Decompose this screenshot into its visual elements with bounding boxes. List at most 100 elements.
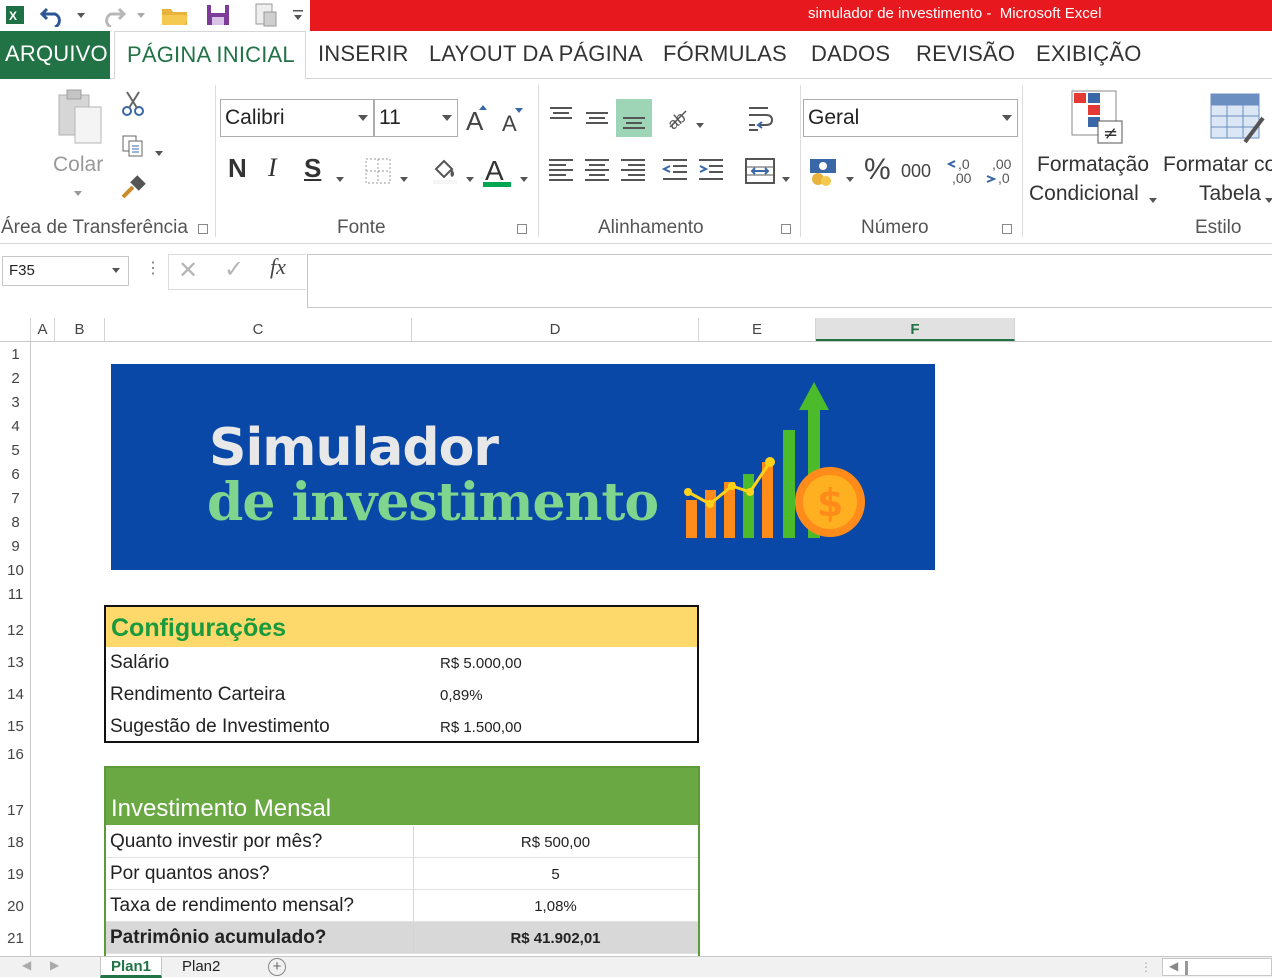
row-header[interactable]: 20 <box>0 898 31 915</box>
tab-formulas[interactable]: FÓRMULAS <box>663 41 787 67</box>
enter-icon[interactable]: ✓ <box>224 255 244 284</box>
increase-decimal-icon[interactable]: ,0,00 <box>945 153 979 189</box>
tab-arquivo[interactable]: ARQUIVO <box>0 31 110 79</box>
column-header[interactable]: B <box>55 318 105 341</box>
simulator-banner[interactable]: Simulador de investimento $ <box>111 364 935 570</box>
thousands-button[interactable]: 000 <box>901 161 931 182</box>
tab-pagina-inicial[interactable]: PÁGINA INICIAL <box>114 31 306 80</box>
scroll-next-icon[interactable]: ▶ <box>50 958 59 972</box>
tab-inserir[interactable]: INSERIR <box>318 41 409 67</box>
row-header[interactable]: 1 <box>0 346 31 363</box>
decrease-decimal-icon[interactable]: ,00,0 <box>983 153 1017 189</box>
scroll-left-icon[interactable]: ◀ <box>1169 959 1178 973</box>
config-label[interactable]: Sugestão de Investimento <box>110 716 330 738</box>
row-header[interactable]: 6 <box>0 466 31 483</box>
font-size-combo[interactable]: 11 <box>374 99 458 137</box>
config-value[interactable]: R$ 5.000,00 <box>440 655 522 672</box>
conditional-format-label-2[interactable]: Condicional <box>1029 182 1139 206</box>
number-launcher-icon[interactable] <box>1002 224 1012 234</box>
row-header[interactable]: 21 <box>0 930 31 947</box>
scroll-thumb[interactable] <box>1185 961 1188 975</box>
increase-indent-icon[interactable] <box>694 153 728 187</box>
investment-value[interactable]: 1,08% <box>413 898 698 915</box>
currency-dropdown[interactable] <box>846 169 854 187</box>
cancel-icon[interactable]: ✕ <box>178 256 198 285</box>
column-header[interactable]: A <box>31 318 55 341</box>
investment-value[interactable]: R$ 500,00 <box>413 834 698 851</box>
more-sheets-icon[interactable]: ⋮ <box>1140 960 1152 974</box>
config-label[interactable]: Rendimento Carteira <box>110 684 285 706</box>
investment-label[interactable]: Taxa de rendimento mensal? <box>110 895 354 917</box>
row-header[interactable]: 2 <box>0 370 31 387</box>
row-header[interactable]: 10 <box>0 562 31 579</box>
underline-dropdown[interactable] <box>336 169 344 187</box>
row-header[interactable]: 3 <box>0 394 31 411</box>
align-middle-icon[interactable] <box>580 101 614 135</box>
save-icon[interactable] <box>202 2 234 28</box>
row-header[interactable]: 15 <box>0 718 31 735</box>
sheet-tab-plan2[interactable]: Plan2 <box>172 957 230 978</box>
format-painter-icon[interactable] <box>118 173 148 203</box>
select-all-corner[interactable] <box>0 318 31 341</box>
investment-total-value[interactable]: R$ 41.902,01 <box>413 930 698 947</box>
horizontal-scrollbar[interactable]: ◀ <box>1162 958 1272 976</box>
borders-icon[interactable] <box>362 155 394 187</box>
open-folder-icon[interactable] <box>158 2 192 28</box>
format-as-table-label-2[interactable]: Tabela <box>1199 182 1261 206</box>
paste-dropdown[interactable] <box>74 183 82 201</box>
row-header[interactable]: 7 <box>0 490 31 507</box>
row-header[interactable]: 5 <box>0 442 31 459</box>
row-header[interactable]: 19 <box>0 866 31 883</box>
row-header[interactable]: 11 <box>0 586 31 603</box>
font-color-dropdown[interactable] <box>520 169 528 187</box>
font-launcher-icon[interactable] <box>517 224 527 234</box>
copy-dropdown[interactable] <box>155 143 163 161</box>
format-as-table-dropdown[interactable] <box>1265 190 1272 208</box>
excel-logo-icon[interactable]: X <box>2 2 28 28</box>
format-as-table-icon[interactable] <box>1206 87 1268 149</box>
percent-button[interactable]: % <box>864 153 891 187</box>
align-bottom-icon[interactable] <box>616 99 652 137</box>
merge-dropdown[interactable] <box>782 169 790 187</box>
font-color-icon[interactable]: A <box>480 153 514 189</box>
add-sheet-icon[interactable]: + <box>268 958 286 976</box>
scroll-first-icon[interactable]: ◀ <box>22 958 31 972</box>
name-box[interactable]: F35 <box>2 256 129 286</box>
conditional-format-icon[interactable]: ≠ <box>1062 85 1132 151</box>
column-header[interactable]: E <box>699 318 816 341</box>
copy-icon[interactable] <box>118 131 148 161</box>
cut-icon[interactable] <box>118 89 148 119</box>
undo-icon[interactable] <box>38 2 68 28</box>
number-format-combo[interactable]: Geral <box>803 99 1018 137</box>
conditional-format-label-1[interactable]: Formatação <box>1037 153 1149 177</box>
row-header[interactable]: 12 <box>0 622 31 639</box>
row-header[interactable]: 14 <box>0 686 31 703</box>
insert-function-button[interactable]: fx <box>270 254 286 280</box>
row-header[interactable]: 17 <box>0 802 31 819</box>
clipboard-launcher-icon[interactable] <box>198 224 208 234</box>
sheet-tab-plan1[interactable]: Plan1 <box>100 957 163 978</box>
investment-value[interactable]: 5 <box>413 866 698 883</box>
align-right-icon[interactable] <box>616 153 650 187</box>
conditional-format-dropdown[interactable] <box>1149 190 1157 208</box>
print-preview-icon[interactable] <box>250 2 282 28</box>
alignment-launcher-icon[interactable] <box>781 224 791 234</box>
formula-input[interactable] <box>307 254 1272 308</box>
investment-label[interactable]: Por quantos anos? <box>110 863 270 885</box>
wrap-text-icon[interactable] <box>744 101 778 135</box>
row-header[interactable]: 4 <box>0 418 31 435</box>
column-header-selected[interactable]: F <box>816 318 1015 341</box>
tab-revisao[interactable]: REVISÃO <box>916 41 1015 67</box>
redo-icon[interactable] <box>98 2 128 28</box>
column-header[interactable]: C <box>105 318 412 341</box>
customize-icon[interactable] <box>290 2 306 28</box>
row-header[interactable]: 18 <box>0 834 31 851</box>
format-as-table-label-1[interactable]: Formatar co <box>1163 153 1272 177</box>
paste-icon[interactable] <box>48 85 110 151</box>
orientation-dropdown[interactable] <box>696 115 704 133</box>
investment-total-label[interactable]: Patrimônio acumulado? <box>110 927 326 949</box>
row-header[interactable]: 8 <box>0 514 31 531</box>
bold-button[interactable]: N <box>228 153 247 184</box>
tab-layout-da-pagina[interactable]: LAYOUT DA PÁGINA <box>429 41 643 67</box>
align-center-icon[interactable] <box>580 153 614 187</box>
